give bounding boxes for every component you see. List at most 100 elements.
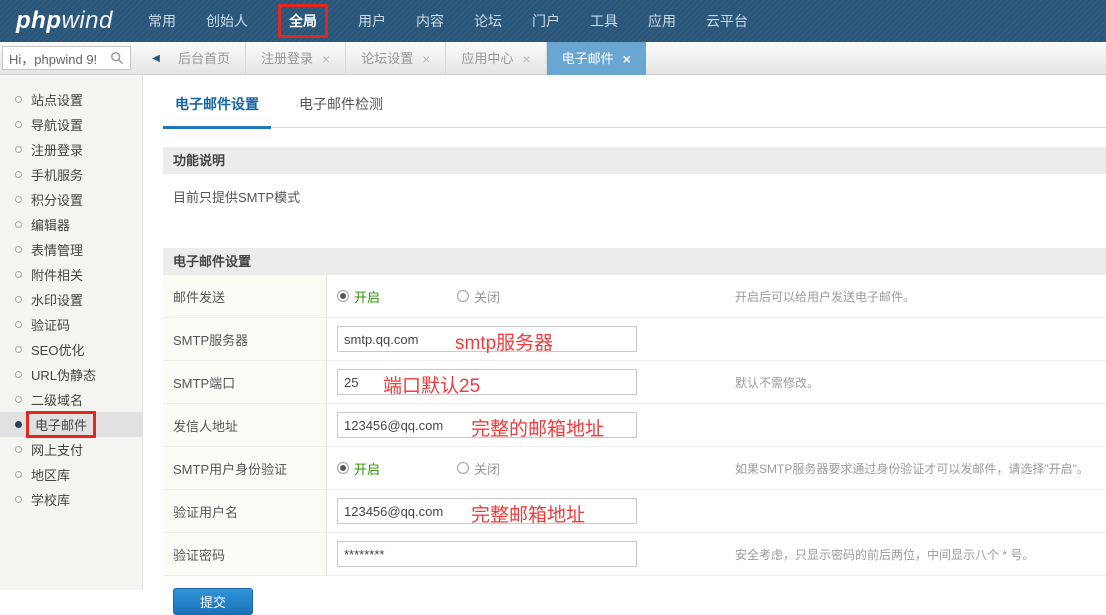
sidebar-item-label: URL伪静态 — [31, 365, 96, 384]
window-tab-strip: Hi，phpwind 9! ◀ 后台首页注册登录×论坛设置×应用中心×电子邮件× — [0, 42, 1106, 75]
form-row: 发信人地址完整的邮箱地址 — [163, 404, 1106, 447]
window-tab[interactable]: 论坛设置 × — [346, 42, 446, 75]
sidebar-item[interactable]: 积分设置 — [0, 187, 142, 212]
admin-search-box[interactable]: Hi，phpwind 9! — [2, 46, 131, 70]
sidebar-item-label: 附件相关 — [31, 265, 83, 284]
smtp-port-input[interactable] — [337, 369, 637, 395]
sidebar-item[interactable]: SEO优化 — [0, 337, 142, 362]
smtp-auth-radio-off[interactable]: 关闭 — [457, 459, 577, 478]
top-nav-bar: phpwind 常用 创始人 全局 用户 内容 论坛 门户 工具 应用 云平台 — [0, 0, 1106, 42]
top-nav-item[interactable]: 常用 — [148, 11, 176, 31]
window-tab[interactable]: 注册登录× — [246, 42, 346, 75]
form-row: 验证用户名完整邮箱地址 — [163, 490, 1106, 533]
sidebar-item[interactable]: 注册登录 — [0, 137, 142, 162]
tabs-scroll-left-icon[interactable]: ◀ — [149, 42, 163, 75]
mail-send-radio-off[interactable]: 关闭 — [457, 287, 577, 306]
top-nav-item[interactable]: 云平台 — [706, 11, 748, 31]
input-wrapper — [337, 541, 637, 567]
content-tab[interactable]: 电子邮件检测 — [287, 91, 395, 127]
function-note-text: 目前只提供SMTP模式 — [163, 174, 1106, 229]
content-tabs: 电子邮件设置电子邮件检测 — [163, 75, 1106, 128]
radio-on-icon[interactable] — [337, 290, 349, 302]
field-label: SMTP用户身份验证 — [163, 447, 327, 489]
top-nav-item[interactable]: 创始人 — [206, 11, 248, 31]
top-nav-item[interactable]: 应用 — [648, 11, 676, 31]
field-label: 验证用户名 — [163, 490, 327, 532]
close-icon[interactable]: × — [623, 52, 631, 66]
top-nav-item[interactable]: 论坛 — [474, 11, 502, 31]
bullet-icon — [15, 346, 22, 353]
section-header-email-settings: 电子邮件设置 — [163, 248, 1106, 275]
sidebar-item-label: 手机服务 — [31, 165, 83, 184]
submit-button[interactable]: 提交 — [173, 588, 253, 615]
sidebar-item[interactable]: 验证码 — [0, 312, 142, 337]
sidebar-item-label: 导航设置 — [31, 115, 83, 134]
sidebar-item[interactable]: 站点设置 — [0, 87, 142, 112]
sender-address-input[interactable] — [337, 412, 637, 438]
search-icon[interactable] — [110, 51, 124, 65]
field-label: 发信人地址 — [163, 404, 327, 446]
form-row: SMTP端口端口默认25默认不需修改。 — [163, 361, 1106, 404]
bullet-icon — [15, 446, 22, 453]
sidebar-item[interactable]: 编辑器 — [0, 212, 142, 237]
main-content: 电子邮件设置电子邮件检测 功能说明 目前只提供SMTP模式 电子邮件设置 邮件发… — [144, 75, 1106, 590]
mail-send-radio-on[interactable]: 开启 — [337, 287, 457, 306]
window-tab-label: 后台首页 — [178, 42, 230, 75]
form-row: 邮件发送开启关闭开启后可以给用户发送电子邮件。 — [163, 275, 1106, 318]
sidebar-item[interactable]: 学校库 — [0, 487, 142, 512]
bullet-icon — [15, 371, 22, 378]
greeting-text: Hi，phpwind 9! — [9, 49, 97, 68]
auth-username-input[interactable] — [337, 498, 637, 524]
sidebar-item[interactable]: 导航设置 — [0, 112, 142, 137]
sidebar-item[interactable]: URL伪静态 — [0, 362, 142, 387]
window-tab-label: 论坛设置 — [361, 42, 413, 75]
sidebar-item[interactable]: 手机服务 — [0, 162, 142, 187]
bullet-icon — [15, 121, 22, 128]
sidebar-item[interactable]: 附件相关 — [0, 262, 142, 287]
close-icon[interactable]: × — [522, 52, 530, 66]
field-cell: 端口默认25 — [327, 369, 727, 395]
auth-password-input[interactable] — [337, 541, 637, 567]
bullet-icon — [15, 471, 22, 478]
field-cell: 开启 关闭 — [327, 459, 727, 478]
phpwind-logo: phpwind — [0, 7, 148, 35]
window-tab[interactable]: 后台首页 — [163, 42, 246, 75]
field-cell — [327, 541, 727, 567]
radio-option-label: 开启 — [354, 459, 380, 478]
sidebar-list: 站点设置导航设置注册登录手机服务积分设置编辑器表情管理附件相关水印设置验证码 SE… — [0, 75, 142, 512]
top-nav-item[interactable]: 门户 — [532, 11, 560, 31]
top-nav-item[interactable]: 用户 — [358, 11, 386, 31]
form-row: SMTP用户身份验证开启关闭如果SMTP服务器要求通过身份验证才可以发邮件，请选… — [163, 447, 1106, 490]
window-tab[interactable]: 应用中心× — [446, 42, 546, 75]
close-icon[interactable]: × — [322, 52, 330, 66]
field-cell: 完整邮箱地址 — [327, 498, 727, 524]
sidebar-item[interactable]: 表情管理 — [0, 237, 142, 262]
sidebar-item-active[interactable]: 电子邮件 — [0, 412, 142, 437]
radio-on-icon[interactable] — [337, 462, 349, 474]
field-cell: 完整的邮箱地址 — [327, 412, 727, 438]
radio-off-icon[interactable] — [457, 290, 469, 302]
close-icon[interactable]: × — [422, 52, 430, 66]
sidebar-item-label: 积分设置 — [31, 190, 83, 209]
smtp-server-input[interactable] — [337, 326, 637, 352]
sidebar-item[interactable]: 地区库 — [0, 462, 142, 487]
radio-option-label: 关闭 — [474, 459, 500, 478]
radio-off-icon[interactable] — [457, 462, 469, 474]
input-wrapper: 完整的邮箱地址 — [337, 412, 637, 438]
window-tab-active[interactable]: 电子邮件 × — [547, 42, 646, 75]
smtp-auth-radio-on[interactable]: 开启 — [337, 459, 457, 478]
field-label: SMTP服务器 — [163, 318, 327, 360]
sidebar-item-label: 水印设置 — [31, 290, 83, 309]
sidebar-item[interactable]: 网上支付 — [0, 437, 142, 462]
sidebar-item-label: SEO优化 — [31, 340, 84, 359]
sidebar-item[interactable]: 水印设置 — [0, 287, 142, 312]
sidebar-item-label: 地区库 — [31, 465, 70, 484]
sidebar-item-label: 验证码 — [31, 315, 70, 334]
content-tab-active[interactable]: 电子邮件设置 — [163, 91, 271, 129]
top-nav-item[interactable]: 工具 — [590, 11, 618, 31]
window-tab-label: 电子邮件 — [562, 42, 614, 75]
top-nav-item[interactable]: 内容 — [416, 11, 444, 31]
sidebar-item[interactable]: 二级域名 — [0, 387, 142, 412]
top-nav-item-active[interactable]: 全局 — [278, 4, 328, 38]
logo-text-rest: wind — [61, 7, 112, 34]
